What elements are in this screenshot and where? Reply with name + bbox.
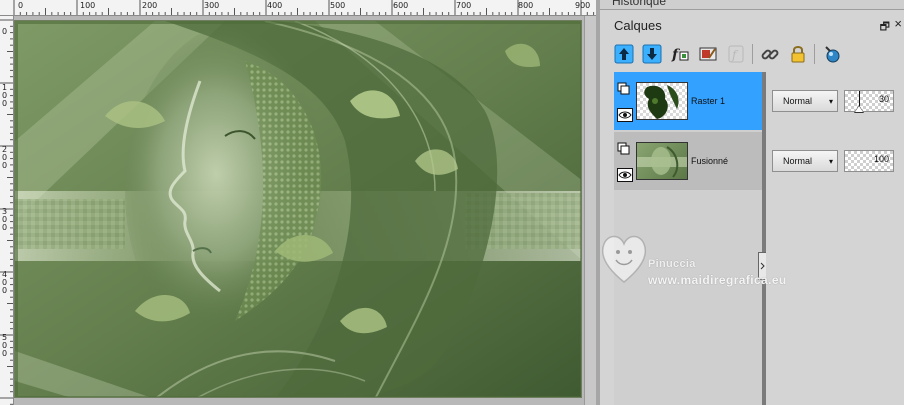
visibility-eye-icon[interactable]	[617, 108, 633, 122]
link-icon[interactable]	[758, 42, 782, 66]
blend-mode-value: Normal	[783, 96, 813, 106]
ruler-label: 4 0 0	[2, 270, 8, 295]
ruler-label: 200	[142, 1, 158, 10]
move-layer-down-icon[interactable]	[640, 42, 664, 66]
layer-name: Fusionné	[691, 156, 729, 166]
app-window: 0 100 200 300 400 500 600 700 800 900 0 …	[0, 0, 904, 405]
layers-list: Raster 1 Fusionné	[614, 72, 762, 405]
layer-properties-raster-1: Normal ▾ 30	[766, 72, 904, 130]
layer-group-toggle-icon[interactable]	[617, 82, 633, 96]
dropdown-caret-icon: ▾	[828, 97, 833, 106]
blend-mode-dropdown[interactable]: Normal ▾	[772, 150, 838, 172]
opacity-value: 100	[873, 154, 889, 164]
ruler-label: 300	[204, 1, 220, 10]
opacity-value: 30	[878, 94, 889, 104]
canvas-scrollbar-vertical[interactable]	[584, 16, 596, 405]
layer-name: Raster 1	[691, 96, 726, 106]
canvas-area: 0 100 200 300 400 500 600 700 800 900 0 …	[0, 0, 596, 405]
opacity-slider[interactable]: 100	[844, 150, 894, 172]
ruler-label: 800	[518, 1, 534, 10]
opacity-slider-handle-fill	[855, 106, 863, 112]
ruler-label: 0	[2, 27, 8, 36]
visibility-eye-icon[interactable]	[617, 168, 633, 182]
ruler-label: 5 0 0	[2, 333, 8, 358]
layer-properties-fusionne: Normal ▾ 100	[766, 132, 904, 190]
restore-panel-icon[interactable]: 🗗	[880, 18, 890, 37]
ruler-label: 1 0 0	[2, 83, 8, 108]
layers-toolbar: f f	[612, 42, 902, 68]
artwork-image	[15, 21, 581, 397]
layer-thumbnail	[636, 142, 688, 180]
right-panel: Historique Calques 🗗 × f f Raster 1 Fusi…	[600, 0, 904, 405]
svg-text:f: f	[731, 48, 739, 62]
ruler-label: 2 0 0	[2, 145, 8, 170]
ruler-label: 400	[267, 1, 283, 10]
fx-icon-disabled: f	[724, 42, 748, 66]
calques-panel-header[interactable]: Calques 🗗 ×	[600, 14, 904, 38]
ruler-label: 900	[575, 1, 591, 10]
blend-mode-dropdown[interactable]: Normal ▾	[772, 90, 838, 112]
ruler-label: 700	[456, 1, 472, 10]
calques-panel-title: Calques	[614, 18, 662, 33]
ruler-horizontal: 0 100 200 300 400 500 600 700 800 900	[0, 0, 596, 16]
blend-mode-value: Normal	[783, 156, 813, 166]
lock-icon[interactable]	[786, 42, 810, 66]
ruler-label: 100	[80, 1, 96, 10]
ruler-vertical: 0 1 0 0 2 0 0 3 0 0 4 0 0 5 0 0	[0, 16, 14, 405]
ruler-label: 600	[393, 1, 409, 10]
toolbar-separator	[752, 44, 753, 64]
edit-selection-icon[interactable]	[696, 42, 720, 66]
move-layer-up-icon[interactable]	[612, 42, 636, 66]
new-layer-icon[interactable]	[820, 42, 844, 66]
historique-panel-title: Historique	[612, 0, 667, 8]
layer-properties-column: Normal ▾ 30 Normal ▾ 100	[766, 72, 904, 405]
ruler-label: 3 0 0	[2, 207, 8, 232]
opacity-slider[interactable]: 30	[844, 90, 894, 113]
historique-panel-header[interactable]: Historique	[600, 0, 904, 10]
layer-thumbnail	[636, 82, 688, 120]
layer-styles-icon[interactable]: f	[668, 42, 692, 66]
layer-row-fusionne[interactable]: Fusionné	[614, 132, 762, 190]
dropdown-caret-icon: ▾	[828, 157, 833, 166]
ruler-label: 0	[18, 1, 24, 10]
image-canvas[interactable]	[14, 20, 582, 398]
toolbar-separator	[814, 44, 815, 64]
layer-row-raster-1[interactable]: Raster 1	[614, 72, 762, 130]
layer-group-toggle-icon[interactable]	[617, 142, 633, 156]
close-panel-icon[interactable]: ×	[894, 16, 902, 31]
ruler-label: 500	[330, 1, 346, 10]
